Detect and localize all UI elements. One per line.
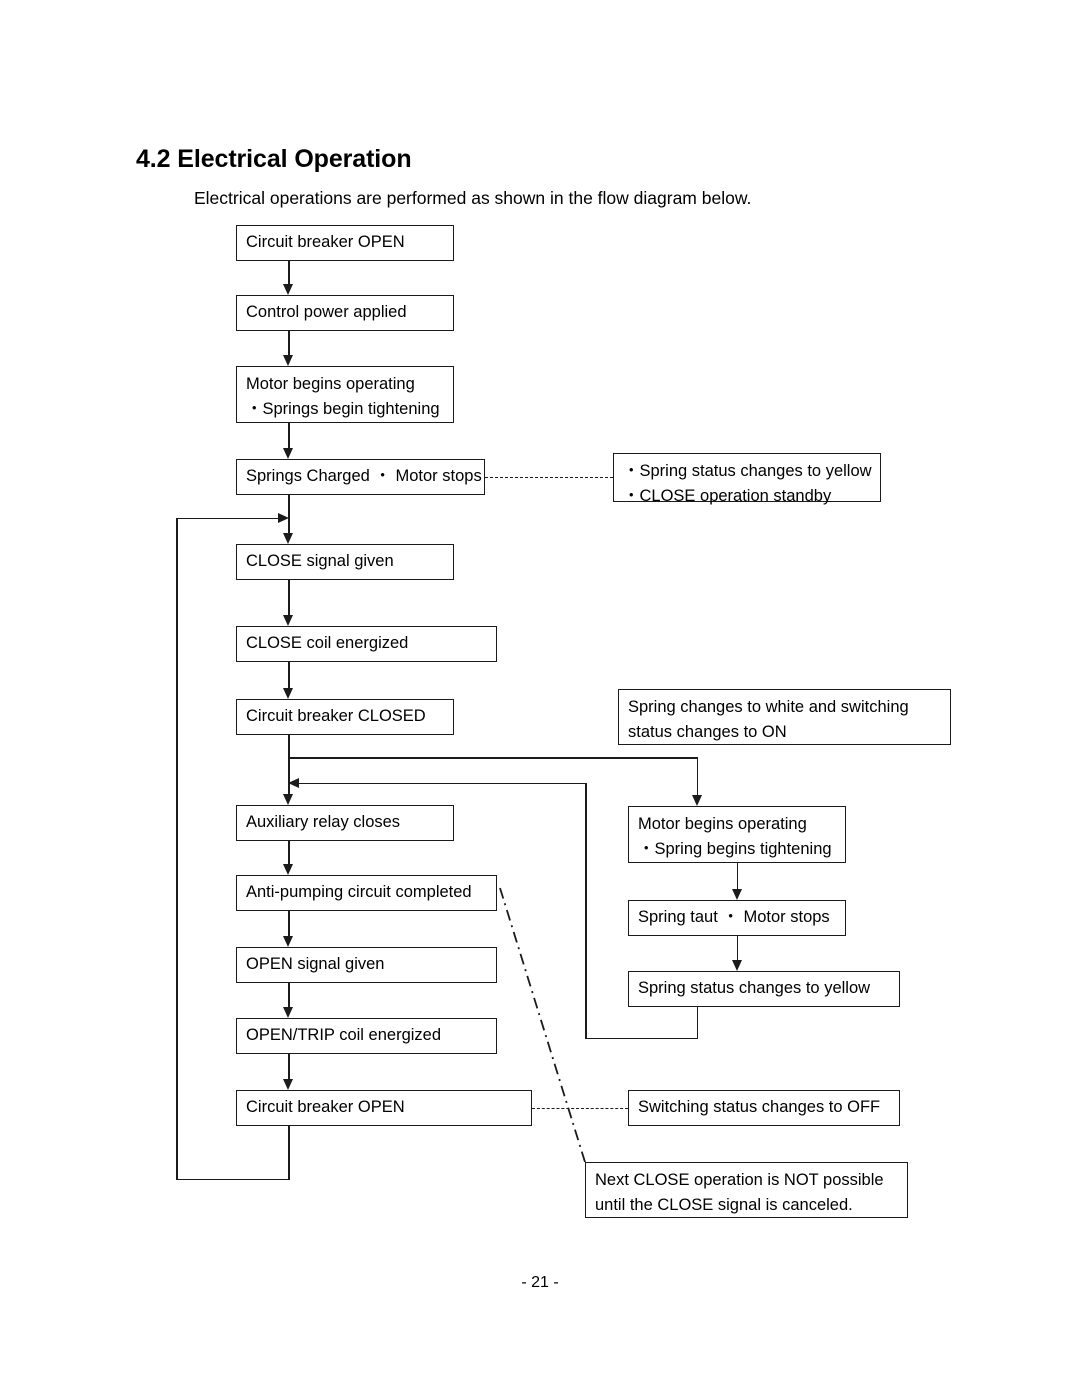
- dashed-connector-springs-charged: [485, 477, 613, 478]
- return-line-yellow-to-main: [585, 1037, 698, 1040]
- connector-line: [288, 580, 290, 615]
- connector-arrow: [283, 864, 293, 875]
- return-line-yellow-to-main: [295, 782, 586, 785]
- document-page: 4.2 Electrical Operation Electrical oper…: [0, 0, 1080, 1397]
- connector-arrow: [283, 1007, 293, 1018]
- branch-line-to-right-motor: [696, 757, 699, 795]
- branch-arrow-to-right-motor: [692, 795, 702, 806]
- box-spring-status-changes-yellow: Spring status changes to yellow: [628, 971, 900, 1007]
- connector-arrow: [283, 355, 293, 366]
- box-circuit-breaker-closed: Circuit breaker CLOSED: [236, 699, 454, 735]
- connector-arrow: [283, 448, 293, 459]
- box-control-power-applied: Control power applied: [236, 295, 454, 331]
- connector-arrow: [283, 688, 293, 699]
- connector-arrow: [283, 615, 293, 626]
- loopback-arrow: [278, 512, 289, 523]
- connector-arrow: [732, 889, 742, 900]
- return-arrow-yellow-to-main: [288, 777, 299, 788]
- section-heading: 4.2 Electrical Operation: [136, 145, 412, 173]
- branch-line-to-right-motor: [288, 757, 698, 759]
- connector-line: [288, 983, 290, 1007]
- box-switching-status-off: Switching status changes to OFF: [628, 1090, 900, 1126]
- return-line-yellow-to-main: [696, 1007, 699, 1039]
- connector-line: [288, 331, 290, 355]
- box-motor-begins-operating-left: Motor begins operating ・Springs begin ti…: [236, 366, 454, 423]
- loopback-line: [176, 1178, 289, 1181]
- dashed-connector-breaker-open: [532, 1108, 628, 1109]
- box-auxiliary-relay-closes: Auxiliary relay closes: [236, 805, 454, 841]
- connector-arrow: [283, 1079, 293, 1090]
- box-close-coil-energized: CLOSE coil energized: [236, 626, 497, 662]
- connector-line: [288, 423, 290, 448]
- box-spring-status-yellow-standby: ・Spring status changes to yellow ・CLOSE …: [613, 453, 881, 505]
- box-anti-pumping-circuit-completed: Anti-pumping circuit completed: [236, 875, 497, 911]
- box-circuit-breaker-open-bottom: Circuit breaker OPEN: [236, 1090, 532, 1126]
- loopback-line: [176, 517, 281, 520]
- connector-line: [736, 863, 739, 889]
- connector-arrow: [283, 533, 293, 544]
- box-close-signal-given: CLOSE signal given: [236, 544, 454, 580]
- box-open-signal-given: OPEN signal given: [236, 947, 497, 983]
- box-open-trip-coil-energized: OPEN/TRIP coil energized: [236, 1018, 497, 1054]
- page-number: - 21 -: [521, 1274, 559, 1291]
- box-springs-charged-motor-stops: Springs Charged ・ Motor stops: [236, 459, 485, 495]
- connector-arrow: [283, 794, 293, 805]
- box-motor-begins-operating-right: Motor begins operating ・Spring begins ti…: [628, 806, 846, 863]
- box-spring-white-switching-on: Spring changes to white and switching st…: [618, 689, 951, 745]
- box-circuit-breaker-open-top: Circuit breaker OPEN: [236, 225, 454, 261]
- loopback-line: [176, 518, 178, 1179]
- intro-paragraph: Electrical operations are performed as s…: [194, 188, 752, 208]
- connector-arrow: [732, 960, 742, 971]
- box-next-close-not-possible: Next CLOSE operation is NOT possible unt…: [585, 1162, 908, 1218]
- connector-line: [288, 911, 290, 936]
- connector-arrow: [283, 936, 293, 947]
- connector-line: [288, 1054, 290, 1079]
- return-line-yellow-to-main: [585, 783, 587, 1038]
- connector-line: [288, 662, 290, 688]
- connector-line: [288, 261, 290, 284]
- connector-line: [736, 936, 739, 960]
- box-spring-taut-motor-stops: Spring taut ・ Motor stops: [628, 900, 846, 936]
- connector-line: [288, 841, 290, 864]
- connector-arrow: [283, 284, 293, 295]
- loopback-line: [288, 1126, 290, 1180]
